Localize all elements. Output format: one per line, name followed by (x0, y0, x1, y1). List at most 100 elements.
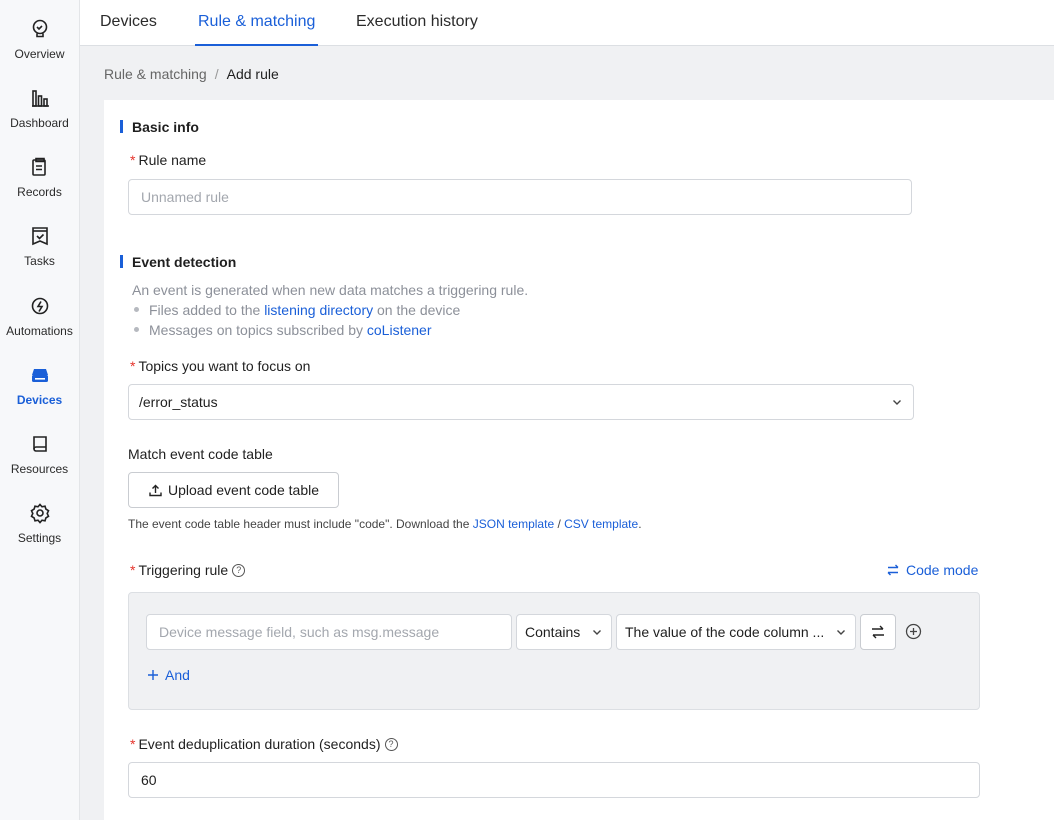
dedup-value: 60 (141, 772, 157, 788)
bulb-icon (32, 19, 47, 38)
and-button[interactable]: And (147, 667, 190, 683)
event-description: An event is generated when new data matc… (132, 282, 529, 298)
device-message-field-input[interactable]: Device message field, such as msg.messag… (146, 614, 512, 650)
bar-chart-icon (31, 90, 49, 107)
chevron-down-icon (837, 630, 845, 635)
topics-value: /error_status (139, 394, 218, 410)
dedup-label: * Event deduplication duration (seconds)? (130, 736, 398, 752)
list-item: Files added to the listening directory o… (134, 302, 460, 318)
event-table-note: The event code table header must include… (128, 517, 642, 531)
sidebar-item-label: Resources (10, 462, 69, 476)
gear-icon (29, 503, 50, 524)
switch-arrows-icon (887, 564, 899, 576)
sidebar-item-label: Tasks (24, 254, 55, 268)
bullet-text: on the device (373, 302, 461, 318)
rule-name-input[interactable]: Unnamed rule (128, 179, 912, 215)
csv-template-link[interactable]: CSV template (564, 517, 638, 531)
match-table-label: Match event code table (128, 446, 273, 462)
clipboard-icon (31, 157, 46, 176)
section-title: Basic info (132, 119, 199, 135)
and-button-label: And (165, 667, 190, 683)
sidebar-item-resources[interactable]: Resources (0, 429, 79, 491)
section-marker (120, 255, 123, 268)
sidebar-item-devices[interactable]: Devices (0, 360, 79, 422)
swap-icon (872, 625, 884, 639)
sidebar: Overview Dashboard Records Tasks Automat… (0, 0, 80, 820)
note-text: The event code table header must include… (128, 517, 473, 531)
bullet (134, 306, 139, 312)
rule-name-placeholder: Unnamed rule (141, 189, 229, 205)
plus-icon (148, 670, 158, 680)
bullet-text: Messages on topics subscribed by (149, 322, 367, 338)
help-icon[interactable]: ? (384, 737, 398, 751)
device-icon (31, 369, 48, 382)
field-placeholder: Device message field, such as msg.messag… (159, 624, 440, 640)
add-condition-button[interactable] (905, 623, 922, 645)
section-marker (120, 120, 123, 133)
operator-value: Contains (525, 624, 581, 640)
triggering-rule-label-text: Triggering rule (138, 562, 229, 578)
list-item: Messages on topics subscribed by coListe… (134, 322, 431, 338)
breadcrumb: Rule & matching / Add rule (104, 66, 279, 82)
value-select[interactable]: The value of the code column ... (616, 614, 856, 650)
section-event-detection: Event detection (120, 254, 236, 270)
plus-circle-icon (905, 623, 922, 640)
operator-select[interactable]: Contains (516, 614, 612, 650)
note-text: . (638, 517, 642, 531)
automation-icon (31, 297, 48, 315)
tab-devices[interactable]: Devices (100, 0, 157, 46)
upload-icon (149, 484, 162, 496)
bullet-text: Files added to the (149, 302, 265, 318)
chevron-down-icon (593, 630, 601, 635)
triggering-rule-label: * Triggering rule? (130, 562, 246, 578)
topics-label: * Topics you want to focus on (130, 358, 310, 374)
sidebar-item-label: Settings (17, 531, 62, 545)
sidebar-item-overview[interactable]: Overview (0, 14, 79, 76)
listening-directory-link[interactable]: listening directory (264, 302, 373, 318)
sidebar-item-label: Records (17, 185, 62, 199)
rule-form-card: Basic info * Rule name Unnamed rule Event… (104, 100, 1054, 820)
colistener-link[interactable]: coListener (367, 322, 432, 338)
sidebar-item-label: Devices (16, 393, 63, 407)
note-separator: / (554, 517, 565, 531)
topics-select[interactable]: /error_status (128, 384, 914, 420)
section-basic-info: Basic info (120, 119, 199, 135)
dedup-label-text: Event deduplication duration (seconds) (138, 736, 381, 752)
chevron-down-icon (893, 400, 901, 405)
sidebar-item-label: Automations (6, 324, 73, 338)
code-mode-label: Code mode (906, 562, 979, 578)
breadcrumb-separator: / (214, 66, 219, 82)
help-icon[interactable]: ? (232, 563, 246, 577)
sidebar-item-records[interactable]: Records (0, 152, 79, 214)
sidebar-item-label: Overview (14, 47, 65, 61)
upload-event-code-table-button[interactable]: Upload event code table (128, 472, 339, 508)
breadcrumb-current: Add rule (226, 66, 279, 82)
rule-name-label-text: Rule name (138, 152, 207, 168)
required-asterisk: * (130, 152, 136, 168)
required-asterisk: * (130, 736, 136, 752)
json-template-link[interactable]: JSON template (473, 517, 554, 531)
upload-button-label: Upload event code table (168, 482, 319, 498)
sidebar-item-settings[interactable]: Settings (0, 498, 79, 560)
triggering-rule-box: Device message field, such as msg.messag… (128, 592, 980, 710)
sidebar-item-automations[interactable]: Automations (0, 291, 79, 353)
required-asterisk: * (130, 358, 136, 374)
breadcrumb-parent-link[interactable]: Rule & matching (104, 66, 207, 82)
section-title: Event detection (132, 254, 237, 270)
sidebar-item-label: Dashboard (10, 116, 69, 130)
dedup-duration-input[interactable]: 60 (128, 762, 980, 798)
code-mode-button[interactable]: Code mode (886, 562, 978, 578)
sidebar-item-tasks[interactable]: Tasks (0, 221, 79, 283)
sidebar-item-dashboard[interactable]: Dashboard (0, 83, 79, 145)
required-asterisk: * (130, 562, 136, 578)
task-check-icon (31, 227, 48, 246)
rule-name-label: * Rule name (130, 152, 206, 168)
tab-execution-history[interactable]: Execution history (356, 0, 478, 46)
topics-label-text: Topics you want to focus on (138, 358, 311, 374)
swap-button[interactable] (860, 614, 896, 650)
bullet (134, 326, 139, 332)
book-icon (32, 436, 47, 452)
top-tabs: Devices Rule & matching Execution histor… (80, 0, 1054, 46)
tab-rule-matching[interactable]: Rule & matching (195, 0, 319, 46)
value-select-text: The value of the code column ... (625, 624, 825, 640)
